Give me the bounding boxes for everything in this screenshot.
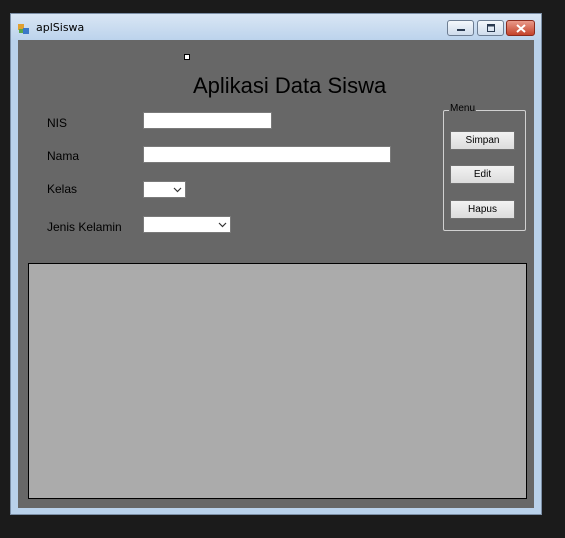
jenis-kelamin-label: Jenis Kelamin: [47, 220, 122, 234]
page-title: Aplikasi Data Siswa: [193, 73, 387, 98]
chevron-down-icon: [173, 187, 182, 193]
nama-input[interactable]: [143, 146, 391, 163]
hapus-button[interactable]: Hapus: [450, 200, 515, 219]
nama-label: Nama: [47, 149, 80, 163]
close-icon: [515, 23, 526, 33]
maximize-button[interactable]: [477, 20, 504, 36]
window-title: aplSiswa: [36, 21, 85, 34]
nis-input[interactable]: [143, 112, 272, 129]
maximize-icon: [486, 24, 495, 32]
minimize-icon: [456, 29, 465, 31]
jenis-kelamin-dropdown[interactable]: [143, 216, 231, 233]
edit-button[interactable]: Edit: [450, 165, 515, 184]
menu-groupbox: Menu Simpan Edit Hapus: [443, 103, 526, 231]
data-grid[interactable]: [28, 263, 527, 499]
form-client-area: Aplikasi Data Siswa NIS Nama Kelas Jenis…: [18, 40, 534, 508]
selection-handle: [184, 54, 190, 60]
menu-legend: Menu: [449, 103, 477, 114]
minimize-button[interactable]: [447, 20, 474, 36]
app-window: aplSiswa Aplikasi Data Siswa NIS Nama Ke…: [10, 13, 542, 515]
close-button[interactable]: [506, 20, 535, 36]
simpan-button[interactable]: Simpan: [450, 131, 515, 150]
chevron-down-icon: [218, 222, 227, 228]
kelas-label: Kelas: [47, 182, 78, 196]
app-icon: [18, 22, 30, 34]
nis-label: NIS: [47, 116, 68, 130]
kelas-dropdown[interactable]: [143, 181, 186, 198]
title-bar[interactable]: aplSiswa: [11, 14, 541, 40]
